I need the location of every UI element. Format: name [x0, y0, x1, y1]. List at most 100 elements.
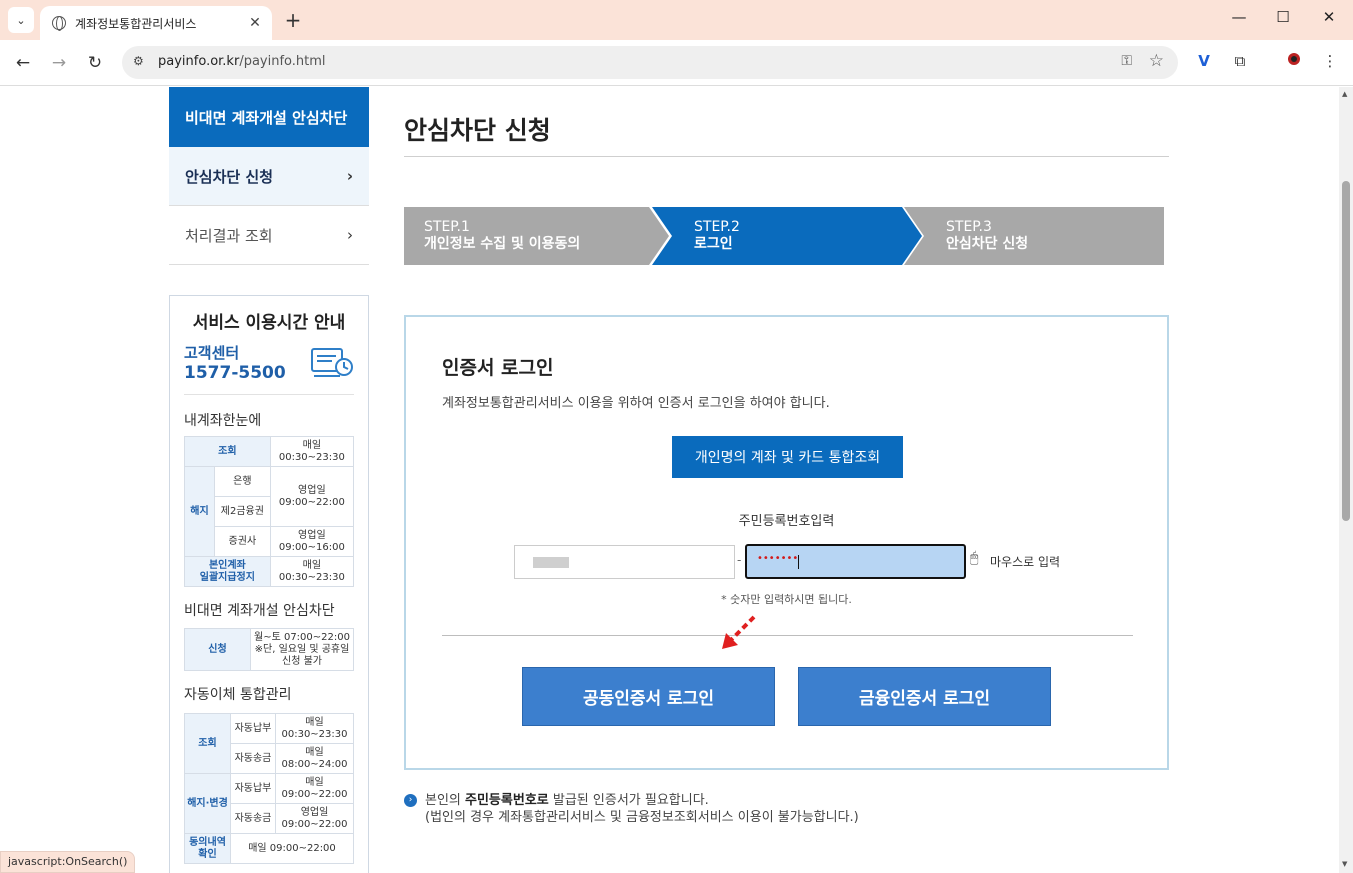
cat-cell: 동의내역 확인 [184, 833, 231, 864]
back-arrow-icon[interactable]: ← [11, 51, 35, 75]
browser-tab-bar: ⌄ 계좌정보통합관리서비스 ✕ + — ☐ ✕ [0, 0, 1353, 40]
time-cell: 매일 09:00~22:00 [230, 833, 354, 864]
rrn-label: 주민등록번호입력 [738, 514, 835, 529]
cat-cell: 조회 [184, 436, 271, 467]
cat-cell: 해지 [184, 466, 215, 557]
text-caret [798, 555, 799, 569]
cat-cell: 본인계좌 일괄지급정지 [184, 556, 271, 587]
tab-search-chevron-icon[interactable]: ⌄ [8, 7, 34, 33]
service-hours-title: 서비스 이용시간 안내 [192, 313, 346, 333]
cat-cell: 해지·변경 [184, 773, 231, 834]
page-scrollbar[interactable]: ▲ ▼ [1339, 87, 1353, 873]
scroll-down-icon[interactable]: ▼ [1342, 860, 1347, 868]
section-title-my-accounts: 내계좌한눈에 [184, 413, 262, 429]
step-text: 안심차단 신청 [946, 236, 1029, 252]
notice-text: 발급된 인증서가 필요합니다. [548, 793, 709, 808]
step-indicator: STEP.1 개인정보 수집 및 이용동의 STEP.2 로그인 STEP.3 … [404, 207, 1164, 265]
extensions-puzzle-icon[interactable]: ⧉ [1229, 52, 1251, 74]
sidebar-heading: 비대면 계좌개설 안심차단 [169, 87, 369, 147]
url-text[interactable]: payinfo.or.kr/payinfo.html [158, 54, 326, 69]
my-accounts-hours-table: 조회 매일 00:30~23:30 해지 은행 영업일 09:00~22:00 … [184, 436, 355, 587]
time-cell: 월~토 07:00~22:00 ※단, 일요일 및 공휴일 신청 불가 [250, 628, 354, 671]
divider [184, 394, 354, 395]
step-2-active: STEP.2 로그인 [652, 207, 922, 265]
rrn-dash: - [737, 553, 742, 567]
customer-center-label: 고객센터 [184, 344, 240, 362]
rrn-front-field[interactable] [514, 545, 735, 579]
time-cell: 영업일 09:00~22:00 [274, 803, 355, 834]
notice-text: 본인의 [425, 793, 466, 808]
page-title: 안심차단 신청 [404, 116, 551, 145]
time-cell: 매일 00:30~23:30 [269, 556, 355, 587]
site-settings-icon[interactable]: ⚙ [133, 54, 149, 70]
sub-cell: 은행 [214, 466, 271, 497]
mouse-input-link[interactable]: 마우스로 입력 [990, 553, 1060, 570]
joint-cert-login-button[interactable]: 공동인증서 로그인 [522, 667, 775, 726]
financial-cert-login-button[interactable]: 금융인증서 로그인 [798, 667, 1051, 726]
globe-icon [52, 16, 66, 31]
address-bar[interactable]: ⚙ payinfo.or.kr/payinfo.html ⚿ ☆ [122, 46, 1178, 79]
new-tab-plus-icon[interactable]: + [282, 8, 304, 32]
step-1: STEP.1 개인정보 수집 및 이용동의 [404, 207, 669, 265]
time-text: 월~토 07:00~22:00 [254, 631, 350, 643]
chevron-right-icon: › [346, 167, 353, 185]
login-description: 계좌정보통합관리서비스 이용을 위하여 인증서 로그인을 하여야 합니다. [442, 396, 830, 411]
extension-v-icon[interactable]: V [1193, 52, 1215, 74]
maximize-icon[interactable]: ☐ [1268, 8, 1298, 26]
sub-cell: 자동송금 [230, 743, 276, 774]
notice: › 본인의 주민등록번호로 발급된 인증서가 필요합니다. (법인의 경우 계좌… [404, 792, 859, 826]
sub-cell: 제2금융권 [214, 496, 271, 527]
sidebar-item-apply[interactable]: 안심차단 신청 › [169, 147, 369, 206]
rrn-hint: * 숫자만 입력하시면 됩니다. [721, 593, 852, 606]
cert-login-box: 인증서 로그인 계좌정보통합관리서비스 이용을 위하여 인증서 로그인을 하여야… [404, 315, 1169, 770]
auto-transfer-hours-table: 조회 자동납부 매일 00:30~23:30 자동송금 매일 08:00~24:… [184, 713, 355, 864]
time-cell: 영업일 09:00~16:00 [269, 526, 355, 557]
mouse-icon[interactable]: 🖱 [970, 550, 978, 566]
sidebar-item-label: 처리결과 조회 [185, 226, 273, 245]
section-title-auto-transfer: 자동이체 통합관리 [184, 687, 292, 703]
divider [442, 635, 1133, 636]
time-cell: 매일 00:30~23:30 [274, 713, 355, 744]
rrn-back-masked: ••••••• [757, 553, 799, 564]
sub-cell: 증권사 [214, 526, 271, 557]
cat-cell: 신청 [184, 628, 251, 671]
scroll-up-icon[interactable]: ▲ [1342, 90, 1347, 98]
step-number: STEP.2 [694, 219, 740, 235]
customer-center-phone: 1577-5500 [184, 363, 286, 383]
minimize-icon[interactable]: — [1224, 8, 1254, 26]
sub-cell: 자동송금 [230, 803, 276, 834]
browser-tab[interactable]: 계좌정보통합관리서비스 ✕ [40, 6, 272, 40]
red-pointer-arrow-icon [722, 615, 756, 649]
step-text: 개인정보 수집 및 이용동의 [424, 236, 581, 252]
browser-toolbar: ← → ↻ ⚙ payinfo.or.kr/payinfo.html ⚿ ☆ V… [0, 40, 1353, 86]
title-divider [404, 156, 1169, 157]
sidebar-item-result[interactable]: 처리결과 조회 › [169, 206, 369, 265]
forward-arrow-icon[interactable]: → [47, 51, 71, 75]
sidebar-item-label: 안심차단 신청 [185, 167, 274, 186]
status-bar: javascript:OnSearch() [0, 851, 136, 873]
tab-title: 계좌정보통합관리서비스 [75, 16, 197, 31]
rrn-back-field[interactable]: ••••••• [745, 544, 966, 579]
menu-kebab-icon[interactable]: ⋮ [1319, 52, 1341, 74]
window-close-icon[interactable]: ✕ [1314, 8, 1344, 26]
notice-line-2: (법인의 경우 계좌통합관리서비스 및 금융정보조회서비스 이용이 불가능합니다… [425, 810, 859, 825]
scrollbar-thumb[interactable] [1342, 181, 1350, 521]
cat-cell: 조회 [184, 713, 231, 774]
time-cell: 영업일 09:00~22:00 [269, 466, 355, 527]
bookmark-star-icon[interactable]: ☆ [1149, 51, 1164, 71]
note-text: ※단, 일요일 및 공휴일 신청 불가 [254, 643, 350, 667]
customer-center-monitor-icon [311, 348, 353, 377]
chevron-right-icon: › [347, 226, 353, 244]
step-3: STEP.3 안심차단 신청 [904, 207, 1164, 265]
web-page: 비대면 계좌개설 안심차단 안심차단 신청 › 처리결과 조회 › 서비스 이용… [0, 87, 1339, 873]
masked-value [533, 557, 569, 568]
reload-icon[interactable]: ↻ [83, 51, 107, 75]
section-title-noncontact: 비대면 계좌개설 안심차단 [184, 603, 335, 619]
sub-cell: 자동납부 [230, 773, 276, 804]
chevron-circle-icon: › [404, 794, 417, 807]
integrated-lookup-button[interactable]: 개인명의 계좌 및 카드 통합조회 [672, 436, 903, 478]
profile-avatar-icon[interactable] [1283, 52, 1305, 74]
notice-line-1: 본인의 주민등록번호로 발급된 인증서가 필요합니다. [425, 792, 859, 809]
close-tab-icon[interactable]: ✕ [244, 15, 266, 31]
password-key-icon[interactable]: ⚿ [1121, 53, 1132, 69]
